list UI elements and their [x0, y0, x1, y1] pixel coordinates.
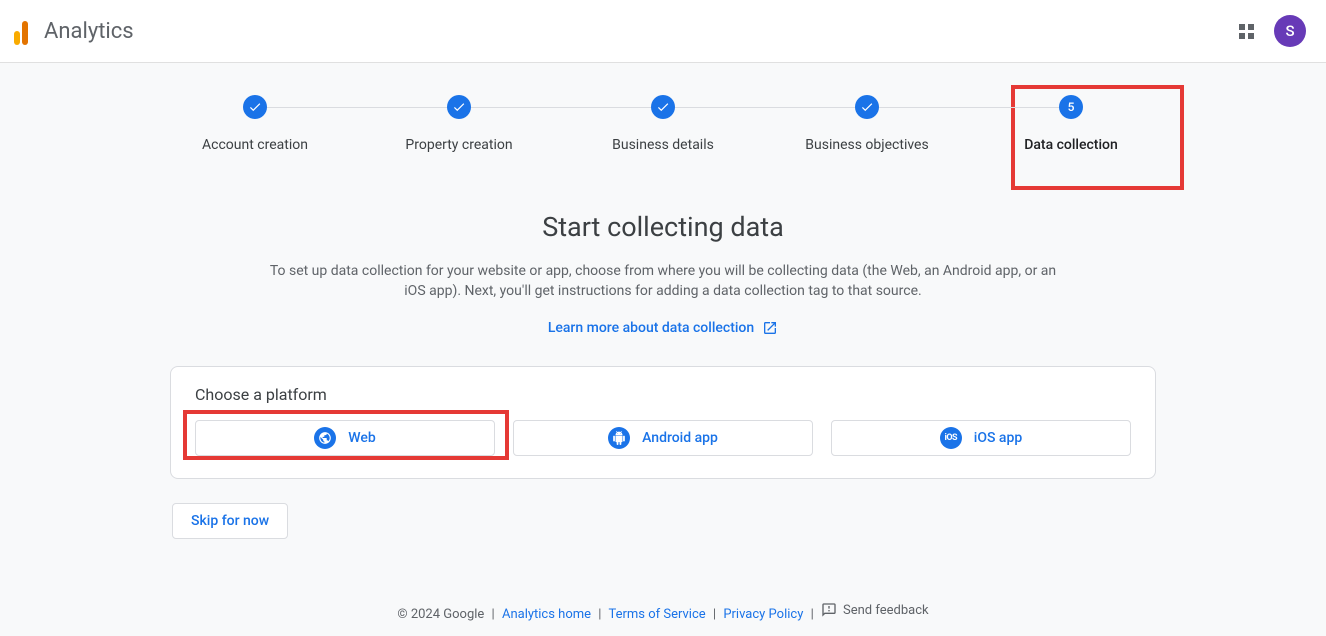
- platform-card: Choose a platform Web Android app iOS iO…: [170, 366, 1156, 479]
- globe-icon: [314, 427, 336, 449]
- product-name: Analytics: [44, 19, 134, 44]
- step-number-badge: 5: [1059, 95, 1083, 119]
- step-label: Business objectives: [805, 137, 928, 153]
- main-area: Account creation Property creation Busin…: [0, 63, 1326, 636]
- step-property-creation: Property creation: [357, 95, 561, 153]
- footer-terms-link[interactable]: Terms of Service: [608, 607, 705, 622]
- feedback-label: Send feedback: [843, 603, 929, 618]
- step-label: Property creation: [405, 137, 512, 153]
- step-label: Business details: [612, 137, 714, 153]
- footer: © 2024 Google | Analytics home | Terms o…: [0, 602, 1326, 622]
- step-business-details: Business details: [561, 95, 765, 153]
- footer-copyright: © 2024 Google: [397, 607, 484, 622]
- platform-ios-button[interactable]: iOS iOS app: [831, 420, 1131, 456]
- analytics-logo-icon: [14, 17, 28, 45]
- footer-privacy-link[interactable]: Privacy Policy: [723, 607, 803, 622]
- step-label: Account creation: [202, 137, 308, 153]
- check-icon: [447, 95, 471, 119]
- skip-button[interactable]: Skip for now: [172, 503, 288, 539]
- external-link-icon: [762, 320, 778, 336]
- learn-more-text: Learn more about data collection: [548, 320, 754, 336]
- check-icon: [651, 95, 675, 119]
- header-left: Analytics: [14, 17, 134, 45]
- step-business-objectives: Business objectives: [765, 95, 969, 153]
- app-header: Analytics S: [0, 0, 1326, 63]
- step-label: Data collection: [1024, 137, 1118, 153]
- platform-android-label: Android app: [642, 430, 718, 446]
- apps-grid-icon[interactable]: [1239, 24, 1254, 39]
- footer-analytics-home-link[interactable]: Analytics home: [502, 607, 591, 622]
- platform-ios-label: iOS app: [974, 430, 1022, 446]
- platform-section-title: Choose a platform: [195, 385, 1131, 404]
- page-subtitle: To set up data collection for your websi…: [263, 261, 1063, 302]
- header-right: S: [1239, 15, 1306, 47]
- android-icon: [608, 427, 630, 449]
- learn-more-link[interactable]: Learn more about data collection: [548, 320, 778, 336]
- avatar[interactable]: S: [1274, 15, 1306, 47]
- platform-buttons-row: Web Android app iOS iOS app: [195, 420, 1131, 456]
- ios-icon: iOS: [940, 427, 962, 449]
- content-section: Start collecting data To set up data col…: [0, 211, 1326, 336]
- check-icon: [855, 95, 879, 119]
- send-feedback-button[interactable]: Send feedback: [821, 602, 929, 618]
- feedback-icon: [821, 602, 837, 618]
- platform-web-button[interactable]: Web: [195, 420, 495, 456]
- page-title: Start collecting data: [0, 211, 1326, 243]
- step-data-collection: 5 Data collection: [969, 95, 1173, 153]
- stepper: Account creation Property creation Busin…: [153, 95, 1173, 153]
- platform-android-button[interactable]: Android app: [513, 420, 813, 456]
- platform-web-label: Web: [348, 430, 375, 446]
- check-icon: [243, 95, 267, 119]
- step-account-creation: Account creation: [153, 95, 357, 153]
